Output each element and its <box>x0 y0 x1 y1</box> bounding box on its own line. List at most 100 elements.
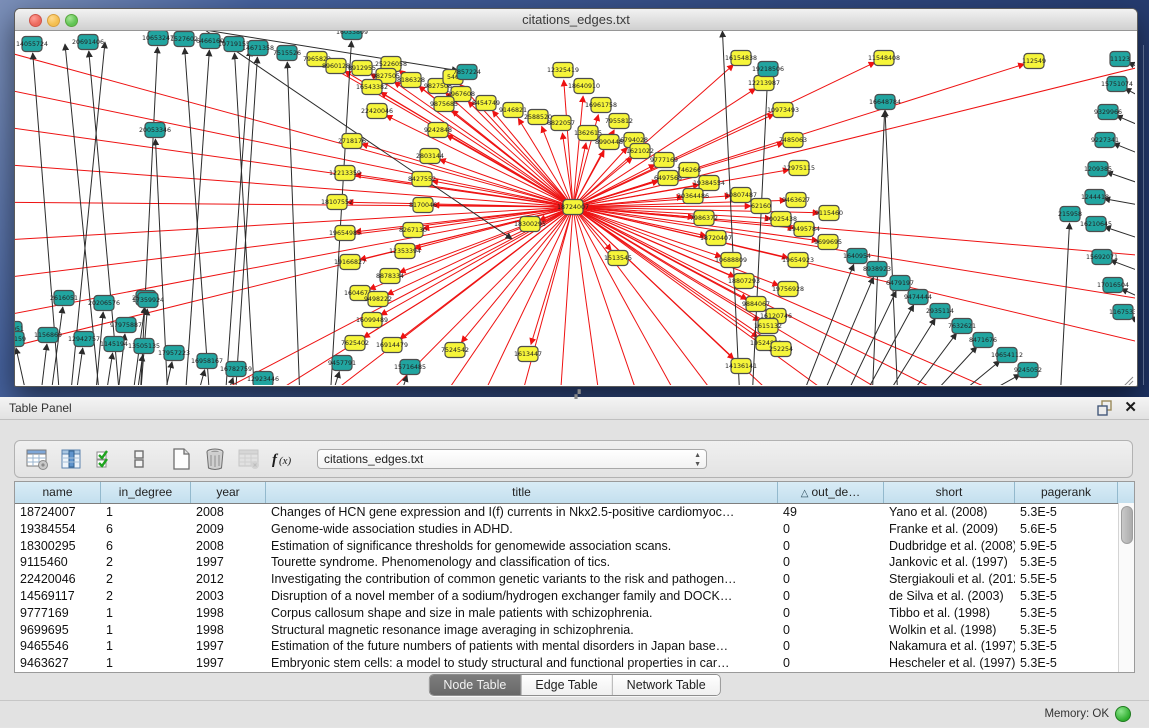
node-label: 2616051 <box>50 295 78 302</box>
table-row[interactable]: 969969511998Structural magnetic resonanc… <box>15 622 1134 639</box>
zoom-window-button[interactable] <box>65 14 78 27</box>
column-header-title[interactable]: title <box>266 482 778 503</box>
node-label: 9884067 <box>742 301 770 308</box>
node-label: 19218506 <box>752 66 784 73</box>
table-row[interactable]: 1938455462009Genome-wide association stu… <box>15 521 1134 538</box>
node-label: 7515526 <box>273 50 301 57</box>
column-header-in_degree[interactable]: in_degree <box>101 482 191 503</box>
table-row[interactable]: 1830029562008Estimation of significance … <box>15 538 1134 555</box>
float-panel-icon[interactable] <box>1097 400 1113 416</box>
edge <box>861 305 914 385</box>
table-row[interactable]: 911546021997Tourette syndrome. Phenomeno… <box>15 554 1134 571</box>
node-label: 7955812 <box>605 118 633 125</box>
network-desktop: citations_edges.txt 18724007796582289601… <box>0 0 1149 397</box>
column-header-out_de[interactable]: △out_de… <box>778 482 884 503</box>
node-label: 16961758 <box>585 102 617 109</box>
node-label: 9875685 <box>430 101 458 108</box>
column-header-name[interactable]: name <box>15 482 101 503</box>
table-cell: 5.5E-5 <box>1015 571 1118 588</box>
node-label: 9115460 <box>815 210 843 217</box>
edge <box>15 202 573 207</box>
table-row[interactable]: 2242004622012Investigating the contribut… <box>15 571 1134 588</box>
table-cell: 9465546 <box>15 638 101 655</box>
window-titlebar[interactable]: citations_edges.txt <box>15 9 1137 31</box>
table-cell: 0 <box>778 655 884 672</box>
edge <box>50 307 63 385</box>
node-label: 7857224 <box>453 69 481 76</box>
table-row[interactable]: 946554611997Estimation of the future num… <box>15 638 1134 655</box>
table-cell: 2012 <box>191 571 266 588</box>
vertical-scrollbar[interactable] <box>1118 503 1134 672</box>
status-bar: Memory: OK <box>0 700 1149 728</box>
node-label: 18300295 <box>514 221 546 228</box>
node-label: 8878334 <box>376 273 404 280</box>
table-cell: 5.3E-5 <box>1015 655 1118 672</box>
table-row[interactable]: 977716911998Corpus callosum shape and si… <box>15 605 1134 622</box>
node-label: 20053346 <box>139 127 171 134</box>
node-label: 1613447 <box>514 351 542 358</box>
table-cell: 6 <box>101 521 191 538</box>
network-table-select[interactable]: citations_edges.txt ▲▼ <box>317 449 707 469</box>
column-header-short[interactable]: short <box>884 482 1015 503</box>
edge <box>1113 143 1135 158</box>
table-row[interactable]: 1872400712008Changes of HCN gene express… <box>15 504 1134 521</box>
node-label: 7986372 <box>690 215 718 222</box>
node-label: 12923446 <box>247 376 279 383</box>
column-header-pagerank[interactable]: pagerank <box>1015 482 1118 503</box>
table-cell: 9115460 <box>15 554 101 571</box>
memory-status-indicator[interactable] <box>1115 706 1131 722</box>
edge <box>163 362 172 385</box>
table-cell: 2009 <box>191 521 266 538</box>
node-label: 17016504 <box>1097 282 1129 289</box>
network-graph-canvas[interactable]: 1872400779658228960128891295525226058982… <box>15 31 1135 385</box>
edge <box>1116 116 1135 130</box>
table-cell: 0 <box>778 605 884 622</box>
node-label: 16210645 <box>1080 221 1112 228</box>
table-cell: Hescheler et al. (1997) <box>884 655 1015 672</box>
close-panel-icon[interactable]: ✕ <box>1124 398 1137 418</box>
show-columns-button[interactable] <box>57 445 85 473</box>
table-cell: 19384554 <box>15 521 101 538</box>
node-label: 16782759 <box>220 366 252 373</box>
select-rows-button[interactable] <box>91 445 119 473</box>
panel-splitter-handle[interactable]: ▞ <box>575 391 584 399</box>
column-header-year[interactable]: year <box>191 482 266 503</box>
edge <box>573 207 640 385</box>
node-label: 10654112 <box>991 352 1023 359</box>
new-column-button[interactable] <box>167 445 195 473</box>
node-label: 9699695 <box>814 239 842 246</box>
function-builder-button[interactable]: f (x) <box>269 445 297 473</box>
close-window-button[interactable] <box>29 14 42 27</box>
graph-nodes[interactable]: 1872400779658228960128891295525226058982… <box>15 31 1135 385</box>
tab-node-table[interactable]: Node Table <box>429 675 521 695</box>
table-row[interactable]: 946362711997Embryonic stem cells: a mode… <box>15 655 1134 672</box>
node-label: 252254 <box>769 346 793 353</box>
node-label: 8938923 <box>863 266 891 273</box>
network-view-window[interactable]: citations_edges.txt 18724007796582289601… <box>14 8 1138 387</box>
table-cell: 5.3E-5 <box>1015 605 1118 622</box>
edge <box>16 348 28 385</box>
table-row[interactable]: 1456911722003Disruption of a novel membe… <box>15 588 1134 605</box>
resize-grip-icon[interactable] <box>1123 377 1133 385</box>
node-label: 20364486 <box>677 193 709 200</box>
scrollbar-thumb[interactable] <box>1121 506 1133 544</box>
edge <box>800 264 854 385</box>
table-cell: 0 <box>778 571 884 588</box>
node-label: 6479197 <box>886 280 914 287</box>
table-mode-button[interactable] <box>23 445 51 473</box>
table-cell: Genome-wide association studies in ADHD. <box>266 521 778 538</box>
node-label: 1615132 <box>754 323 782 330</box>
table-panel-header[interactable]: ▞ Table Panel ✕ <box>0 397 1149 420</box>
minimize-window-button[interactable] <box>47 14 60 27</box>
edge <box>95 312 103 385</box>
node-label: 11548408 <box>868 55 900 62</box>
node-label: 18807293 <box>728 278 760 285</box>
tab-edge-table[interactable]: Edge Table <box>521 675 612 695</box>
node-label: 7524542 <box>441 347 469 354</box>
node-label: 1167533 <box>1109 309 1135 316</box>
row-height-button[interactable] <box>125 445 153 473</box>
table-cell: 5.3E-5 <box>1015 588 1118 605</box>
table-cell: 2 <box>101 588 191 605</box>
delete-button[interactable] <box>201 445 229 473</box>
tab-network-table[interactable]: Network Table <box>613 675 720 695</box>
